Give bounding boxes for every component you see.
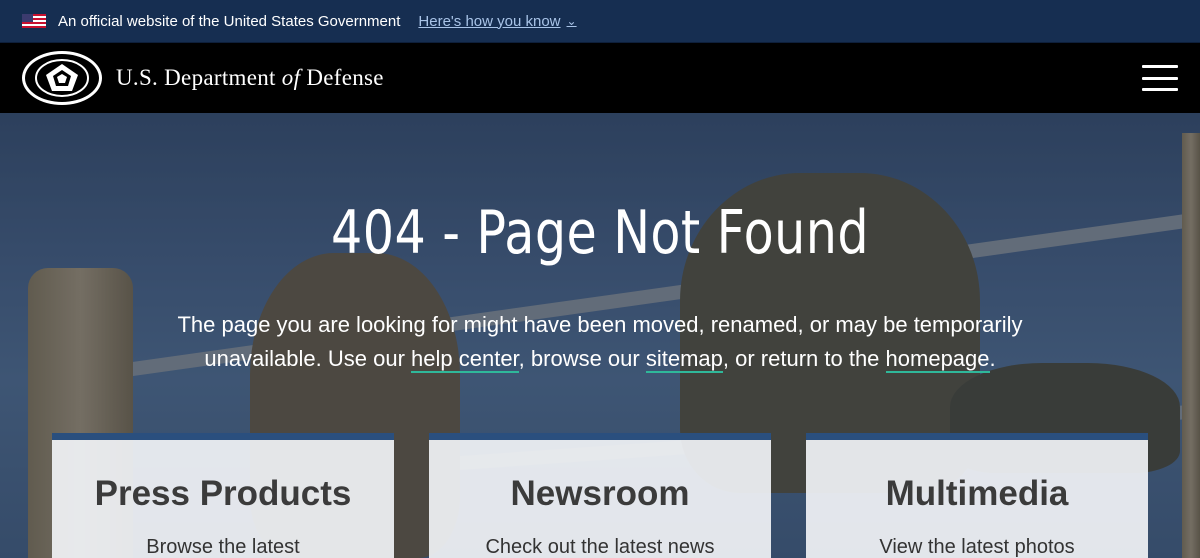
site-title-of: of (281, 65, 301, 90)
card-newsroom[interactable]: Newsroom Check out the latest news (429, 433, 771, 558)
how-you-know-label: Here's how you know (418, 12, 561, 30)
homepage-link[interactable]: homepage (885, 346, 990, 373)
card-text: View the latest photos (879, 536, 1075, 558)
card-title: Newsroom (510, 474, 690, 513)
card-press-products[interactable]: Press Products Browse the latest (52, 433, 394, 558)
hamburger-menu-icon[interactable] (1142, 65, 1178, 91)
us-flag-icon (22, 14, 46, 28)
help-center-link[interactable]: help center (411, 346, 519, 373)
card-multimedia[interactable]: Multimedia View the latest photos (806, 433, 1148, 558)
site-title[interactable]: U.S. Department of Defense (116, 65, 384, 91)
desc-text-3: , or return to the (722, 346, 886, 371)
site-header: U.S. Department of Defense (0, 43, 1200, 113)
gov-banner-text: An official website of the United States… (58, 12, 401, 30)
site-title-suffix: Defense (300, 65, 384, 90)
hero-section: 404 - Page Not Found The page you are lo… (0, 113, 1200, 558)
desc-text-2: , browse our (518, 346, 646, 371)
desc-text-4: . (989, 346, 996, 371)
error-description: The page you are looking for might have … (150, 308, 1050, 376)
card-text: Check out the latest news (485, 536, 715, 558)
card-title: Press Products (94, 474, 352, 513)
pentagon-seal-logo[interactable] (22, 51, 102, 105)
how-you-know-link[interactable]: Here's how you know ⌄ (418, 13, 576, 30)
card-title: Multimedia (885, 474, 1069, 513)
gov-banner: An official website of the United States… (0, 0, 1200, 43)
card-text: Browse the latest (146, 536, 300, 558)
chevron-down-icon: ⌄ (566, 14, 577, 28)
sitemap-link[interactable]: sitemap (645, 346, 723, 373)
page-title: 404 - Page Not Found (331, 198, 869, 268)
site-title-prefix: U.S. Department (116, 65, 282, 90)
